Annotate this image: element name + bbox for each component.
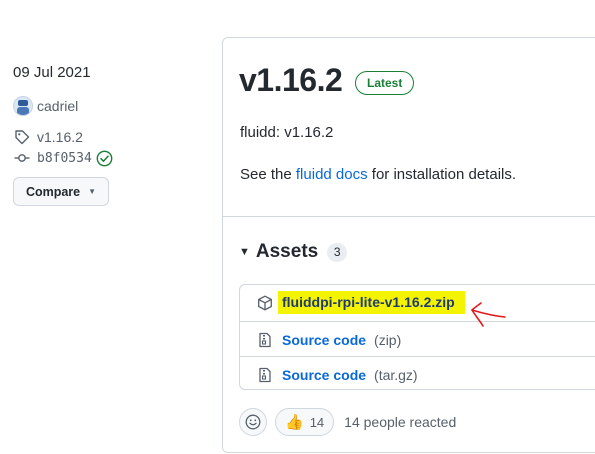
release-title[interactable]: v1.16.2 <box>239 62 343 99</box>
package-icon <box>256 294 274 312</box>
triangle-down-icon: ▼ <box>239 246 250 258</box>
tag-name: v1.16.2 <box>37 129 83 145</box>
reactions-summary: 14 people reacted <box>344 414 457 430</box>
git-commit-icon <box>13 149 31 167</box>
file-zip-icon <box>256 331 274 349</box>
author-link[interactable]: cadriel <box>13 96 78 116</box>
author-name: cadriel <box>37 98 79 114</box>
chevron-down-icon: ▼ <box>88 187 97 196</box>
reactions-bar: 👍 14 14 people reacted <box>239 408 456 436</box>
compare-label: Compare <box>25 184 81 199</box>
fluidd-docs-link[interactable]: fluidd docs <box>296 166 368 183</box>
tag-icon <box>13 128 31 146</box>
tag-link[interactable]: v1.16.2 <box>13 128 83 146</box>
assets-count-badge: 3 <box>327 242 348 262</box>
asset-row: fluiddpi-rpi-lite-v1.16.2.zip <box>240 285 595 320</box>
add-reaction-button[interactable] <box>239 408 267 436</box>
description-text: See the <box>240 166 296 183</box>
thumbs-up-reaction[interactable]: 👍 14 <box>275 408 335 436</box>
description-text-end: for installation details. <box>367 166 517 183</box>
compare-button[interactable]: Compare ▼ <box>13 177 109 206</box>
asset-row: Source code (tar.gz) <box>240 356 595 392</box>
source-code-zip-link[interactable]: Source code <box>282 332 366 348</box>
commit-row: b8f0534 <box>13 149 113 167</box>
source-code-targz-link[interactable]: Source code <box>282 367 366 383</box>
commit-sha[interactable]: b8f0534 <box>37 151 92 166</box>
thumbs-up-icon: 👍 <box>285 414 304 431</box>
asset-download-link[interactable]: fluiddpi-rpi-lite-v1.16.2.zip <box>278 291 465 314</box>
reaction-count: 14 <box>309 414 325 430</box>
latest-badge: Latest <box>355 71 415 95</box>
asset-format: (zip) <box>374 331 402 348</box>
release-page: 09 Jul 2021 cadriel v1.16.2 b8f0534 Comp… <box>0 0 595 454</box>
file-zip-icon <box>256 366 274 384</box>
annotation-arrow-icon <box>471 302 506 327</box>
asset-row: Source code (zip) <box>240 321 595 357</box>
release-name: fluidd: v1.16.2 <box>240 124 334 141</box>
verified-check-icon[interactable] <box>96 150 113 167</box>
avatar <box>13 96 33 116</box>
assets-title: Assets <box>255 241 319 262</box>
release-description: See the fluidd docs for installation det… <box>240 166 516 183</box>
asset-format: (tar.gz) <box>374 366 418 383</box>
release-date: 09 Jul 2021 <box>13 64 91 81</box>
assets-toggle[interactable]: ▼ Assets 3 <box>239 241 348 263</box>
asset-list: fluiddpi-rpi-lite-v1.16.2.zip Source cod… <box>239 284 595 390</box>
divider <box>223 216 595 217</box>
smiley-icon <box>245 414 261 430</box>
